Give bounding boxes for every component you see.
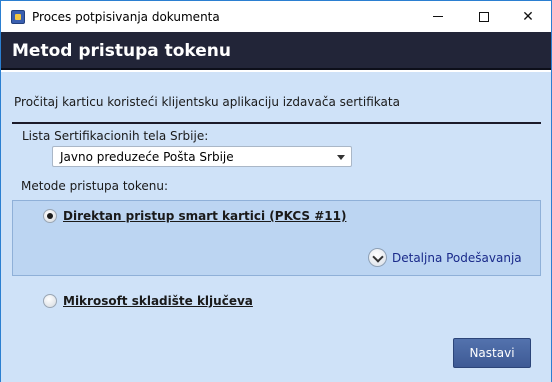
header-band: Metod pristupa tokenu (1, 32, 551, 70)
dialog-body: Pročitaj karticu koristeći klijentsku ap… (1, 72, 551, 382)
title-bar: Proces potpisivanja dokumenta ✕ (1, 1, 551, 32)
dialog-window: Proces potpisivanja dokumenta ✕ Metod pr… (0, 0, 552, 382)
close-icon: ✕ (522, 8, 534, 25)
cert-authority-selected-value: Javno preduzeće Pošta Srbije (60, 150, 234, 164)
page-title: Metod pristupa tokenu (12, 41, 232, 61)
next-button[interactable]: Nastavi (453, 338, 531, 368)
cert-list-label: Lista Sertifikacionih tela Srbije: (22, 129, 209, 143)
cert-authority-select[interactable]: Javno preduzeće Pošta Srbije (52, 146, 352, 167)
advanced-settings-link[interactable]: Detaljna Podešavanja (392, 251, 522, 265)
methods-label: Metode pristupa tokenu: (21, 179, 169, 193)
advanced-settings-toggle[interactable]: Detaljna Podešavanja (368, 248, 528, 268)
separator-line (12, 122, 541, 124)
expand-chevron-icon[interactable] (368, 248, 387, 267)
chevron-down-icon (337, 155, 345, 160)
close-button[interactable]: ✕ (505, 1, 551, 32)
instruction-text: Pročitaj karticu koristeći klijentsku ap… (14, 95, 400, 109)
radio-microsoft-store[interactable] (43, 294, 57, 308)
window-title: Proces potpisivanja dokumenta (32, 10, 220, 24)
option-microsoft-store-label[interactable]: Mikrosoft skladište ključeva (63, 294, 253, 308)
maximize-button[interactable] (461, 1, 507, 32)
app-icon (11, 10, 25, 24)
minimize-button[interactable] (415, 1, 461, 32)
maximize-icon (479, 11, 489, 22)
radio-direct-access[interactable] (43, 209, 57, 223)
option-direct-access-label[interactable]: Direktan pristup smart kartici (PKCS #11… (63, 209, 346, 223)
minimize-icon (433, 16, 443, 17)
